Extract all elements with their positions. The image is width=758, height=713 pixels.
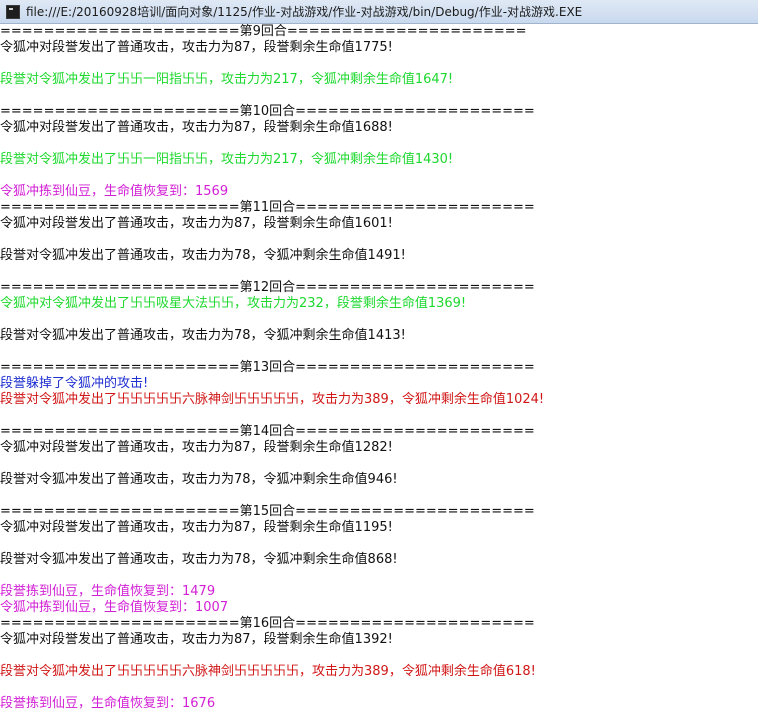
console-line: 段誉躲掉了令狐冲的攻击! [0,376,149,391]
console-line: 令狐冲对令狐冲发出了卐卐吸星大法卐卐，攻击力为232，段誉剩余生命值1369! [0,296,467,311]
console-line: 段誉对令狐冲发出了卐卐卐卐卐六脉神剑卐卐卐卐卐，攻击力为389，令狐冲剩余生命值… [0,664,536,679]
round-separator-line: ======================第13回合=============… [0,360,535,375]
console-line: 段誉对令狐冲发出了卐卐卐卐卐六脉神剑卐卐卐卐卐，攻击力为389，令狐冲剩余生命值… [0,392,545,407]
console-line: 令狐冲对段誉发出了普通攻击，攻击力为87，段誉剩余生命值1688! [0,120,393,135]
round-separator-line: ======================第16回合=============… [0,616,535,631]
console-app-icon [6,4,20,19]
console-line: 段誉对令狐冲发出了普通攻击，攻击力为78，令狐冲剩余生命值868! [0,552,398,567]
console-line: 段誉对令狐冲发出了普通攻击，攻击力为78，令狐冲剩余生命值946! [0,472,398,487]
console-window: file:///E:/20160928培训/面向对象/1125/作业-对战游戏/… [0,0,758,713]
console-output: ======================第9回合==============… [0,24,758,713]
round-separator-line: ======================第11回合=============… [0,200,535,215]
console-line: 段誉对令狐冲发出了卐卐一阳指卐卐，攻击力为217，令狐冲剩余生命值1647! [0,72,454,87]
console-line: 段誉对令狐冲发出了普通攻击，攻击力为78，令狐冲剩余生命值1491! [0,248,406,263]
console-line: 令狐冲对段誉发出了普通攻击，攻击力为87，段誉剩余生命值1601! [0,216,393,231]
console-line: 段誉对令狐冲发出了普通攻击，攻击力为78，令狐冲剩余生命值1413! [0,328,406,343]
console-line: 令狐冲拣到仙豆，生命值恢复到：1007 [0,600,229,615]
console-line: 段誉对令狐冲发出了卐卐一阳指卐卐，攻击力为217，令狐冲剩余生命值1430! [0,152,454,167]
window-title: file:///E:/20160928培训/面向对象/1125/作业-对战游戏/… [26,5,583,19]
round-separator-line: ======================第14回合=============… [0,424,535,439]
round-separator-line: ======================第15回合=============… [0,504,535,519]
round-separator-line: ======================第10回合=============… [0,104,535,119]
console-line: 令狐冲对段誉发出了普通攻击，攻击力为87，段誉剩余生命值1775! [0,40,393,55]
console-line: 令狐冲对段誉发出了普通攻击，攻击力为87，段誉剩余生命值1392! [0,632,393,647]
round-separator-line: ======================第9回合==============… [0,24,527,39]
round-separator-line: ======================第12回合=============… [0,280,535,295]
console-line: 段誉拣到仙豆，生命值恢复到：1676 [0,696,216,711]
console-line: 段誉拣到仙豆，生命值恢复到：1479 [0,584,216,599]
console-line: 令狐冲对段誉发出了普通攻击，攻击力为87，段誉剩余生命值1195! [0,520,393,535]
console-line: 令狐冲拣到仙豆，生命值恢复到：1569 [0,184,229,199]
console-line: 令狐冲对段誉发出了普通攻击，攻击力为87，段誉剩余生命值1282! [0,440,393,455]
title-bar[interactable]: file:///E:/20160928培训/面向对象/1125/作业-对战游戏/… [0,0,758,24]
